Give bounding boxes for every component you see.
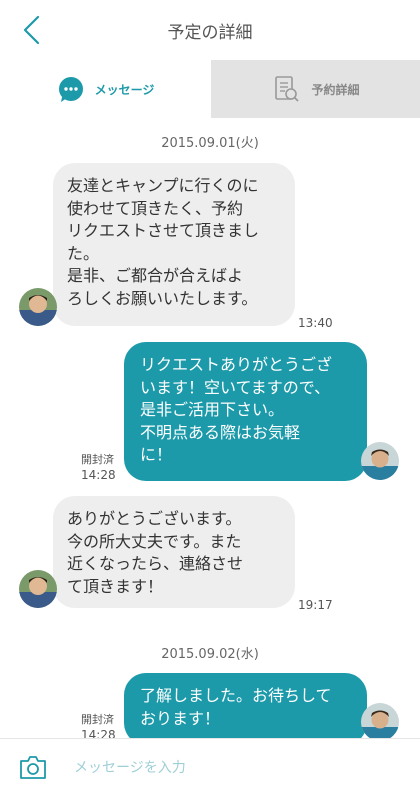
person-photo-icon [19,570,57,608]
message-bubble-outgoing[interactable]: 了解しました。お待ちして おります！ [124,673,367,738]
message-bubble-incoming[interactable]: 友達とキャンプに行くのに 使わせて頂きたく、予約 リクエストさせて頂きまし た。… [53,163,295,326]
page-title: 予定の詳細 [167,23,253,43]
timestamp: 14:28 [81,728,116,738]
date-separator: 2015.09.01(火) [161,136,259,151]
message-composer: メッセージを入力 [0,738,420,794]
app-header: 予定の詳細 [0,0,420,61]
read-receipt: 開封済 [81,453,114,466]
tab-bar: メッセージ 予約詳細 [0,60,420,119]
tab-reservation-details[interactable]: 予約詳細 [211,60,420,118]
date-separator: 2015.09.02(水) [161,647,259,662]
person-photo-icon [361,703,399,738]
timestamp: 13:40 [298,316,333,330]
message-bubble-outgoing[interactable]: リクエストありがとうござ います！空いてますので、 是非ご活用下さい。 不明点あ… [124,342,367,481]
tab-reservation-label: 予約詳細 [311,82,360,97]
document-icon [275,76,300,102]
camera-icon[interactable] [18,753,48,781]
timestamp: 19:17 [298,598,333,612]
message-list[interactable]: 2015.09.01(火) 友達とキャンプに行くのに 使わせて頂きたく、予約 リ… [0,118,420,738]
timestamp: 14:28 [81,468,116,482]
person-photo-icon [361,442,399,480]
person-photo-icon [19,288,57,326]
tab-messages-label: メッセージ [94,82,155,97]
read-receipt: 開封済 [81,713,114,726]
message-bubble-incoming[interactable]: ありがとうございます。 今の所大丈夫です。また 近くなったら、連絡させ て頂きま… [53,496,295,608]
message-input[interactable]: メッセージを入力 [74,757,186,777]
avatar-host[interactable] [19,288,57,326]
avatar-user[interactable] [361,442,399,480]
avatar-user[interactable] [361,703,399,738]
avatar-host[interactable] [19,570,57,608]
chat-bubble-icon [58,77,83,102]
tab-messages[interactable]: メッセージ [0,60,211,119]
